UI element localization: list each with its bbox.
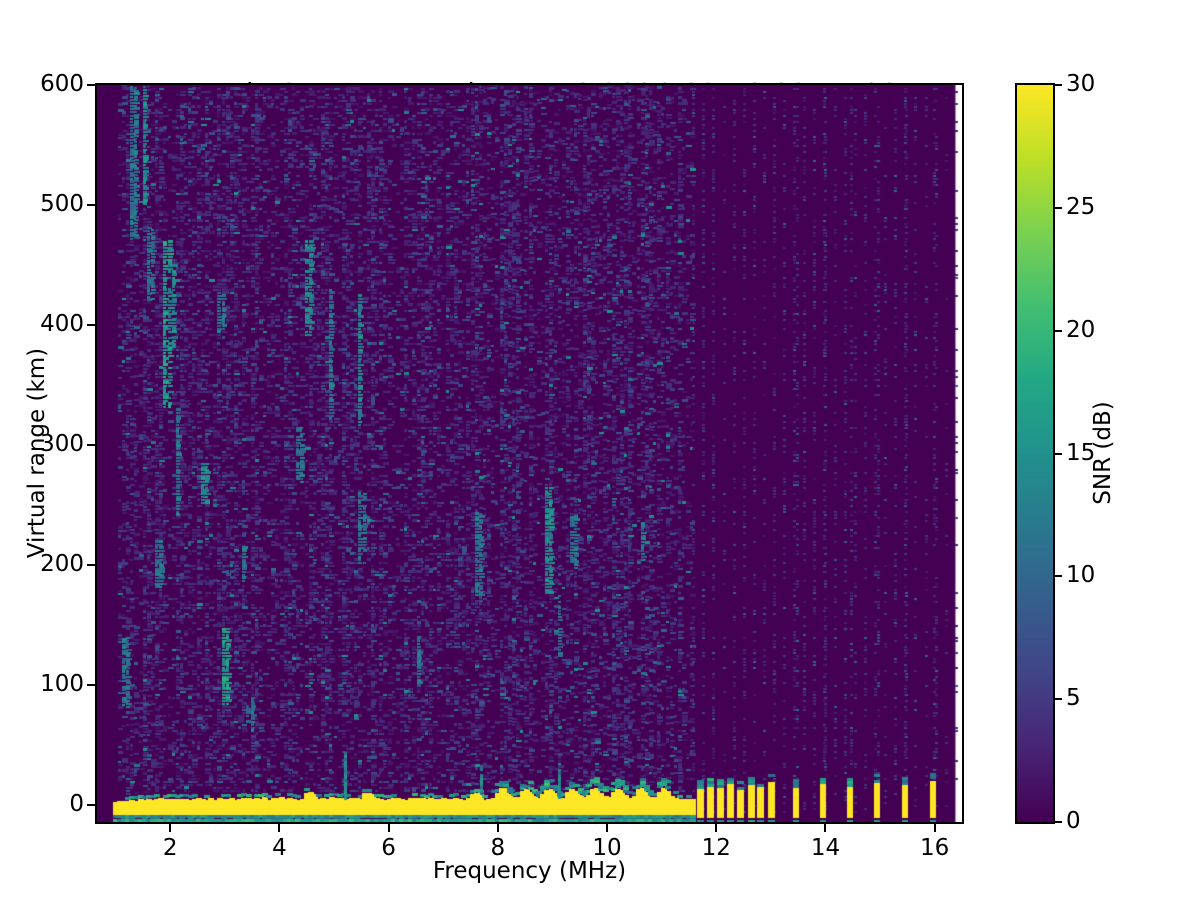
x-tick-label: 12 bbox=[701, 835, 731, 861]
colorbar-tick-mark bbox=[1055, 329, 1062, 332]
y-tick-label: 200 bbox=[40, 551, 84, 578]
x-axis-label: Frequency (MHz) bbox=[432, 858, 627, 884]
y-tick-label: 0 bbox=[69, 791, 84, 818]
colorbar-tick-mark bbox=[1055, 821, 1062, 823]
y-tick-label: 100 bbox=[40, 671, 84, 698]
y-tick-label: 400 bbox=[40, 311, 84, 338]
ionogram-figure: IRF Uppsala SDR Ionosonde UP158 2026-02-… bbox=[0, 0, 1200, 900]
x-tick-mark bbox=[496, 824, 499, 832]
x-tick-label: 8 bbox=[490, 835, 506, 861]
y-tick-label: 600 bbox=[40, 71, 84, 97]
y-tick-mark bbox=[87, 684, 95, 687]
y-tick-mark bbox=[87, 204, 95, 207]
x-tick-label: 16 bbox=[920, 835, 950, 861]
colorbar-tick-mark bbox=[1055, 575, 1062, 578]
colorbar-tick-label: 15 bbox=[1066, 439, 1096, 466]
y-tick-mark bbox=[87, 564, 95, 567]
x-tick-mark bbox=[824, 824, 827, 832]
x-tick-label: 10 bbox=[592, 835, 622, 861]
x-tick-label: 6 bbox=[381, 835, 396, 861]
ionogram-heatmap-canvas bbox=[97, 85, 962, 822]
colorbar-tick-label: 0 bbox=[1066, 808, 1081, 834]
colorbar-canvas bbox=[1017, 85, 1053, 822]
colorbar-tick-label: 20 bbox=[1066, 316, 1096, 343]
x-tick-mark bbox=[169, 824, 172, 832]
x-tick-mark bbox=[715, 824, 718, 832]
colorbar-tick-label: 25 bbox=[1066, 193, 1096, 220]
x-tick-label: 14 bbox=[810, 835, 841, 861]
colorbar-tick-mark bbox=[1055, 698, 1062, 701]
y-tick-mark bbox=[87, 444, 95, 447]
x-tick-mark bbox=[387, 824, 390, 832]
x-tick-label: 4 bbox=[272, 835, 287, 861]
y-tick-mark bbox=[87, 804, 95, 807]
x-tick-mark bbox=[933, 824, 936, 832]
y-tick-mark bbox=[87, 324, 95, 327]
x-tick-label: 2 bbox=[162, 835, 178, 861]
colorbar-tick-mark bbox=[1055, 84, 1062, 86]
colorbar-tick-label: 10 bbox=[1066, 562, 1096, 589]
x-tick-mark bbox=[278, 824, 281, 832]
y-tick-label: 300 bbox=[40, 431, 84, 458]
colorbar-tick-label: 30 bbox=[1066, 71, 1096, 97]
colorbar-tick-mark bbox=[1055, 206, 1062, 209]
colorbar-tick-label: 5 bbox=[1066, 685, 1081, 712]
colorbar-tick-mark bbox=[1055, 452, 1062, 455]
y-tick-mark bbox=[87, 84, 95, 86]
x-tick-mark bbox=[606, 824, 609, 832]
y-tick-label: 500 bbox=[40, 191, 84, 218]
